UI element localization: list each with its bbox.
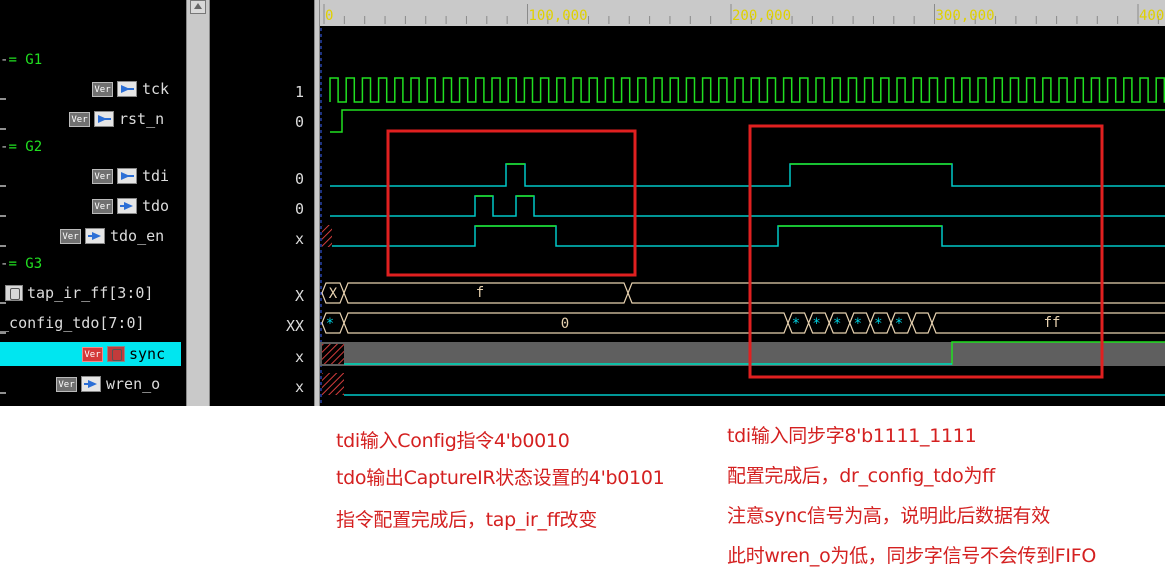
verilog-badge-icon: Ver — [69, 111, 90, 127]
row-tick — [0, 185, 6, 187]
value-tdo-en: x — [294, 230, 304, 248]
annotation-right-3: 注意sync信号为高，说明此后数据有效 — [727, 505, 1050, 527]
signal-row-wren-o[interactable]: Ver wren_o — [52, 372, 160, 396]
verilog-badge-icon: Ver — [92, 198, 113, 214]
ruler-tick-label: 100,000 — [529, 8, 588, 24]
verilog-badge-icon: Ver — [60, 228, 81, 244]
verilog-badge-icon: Ver — [56, 376, 77, 392]
wave-tdo — [330, 195, 1165, 217]
bus-tap-ir-next-segment — [627, 282, 1165, 304]
value-rst-n: 0 — [294, 113, 304, 131]
bus-config-glitch-label: * — [895, 316, 903, 332]
input-port-icon — [117, 81, 137, 97]
row-tick — [0, 128, 6, 130]
ruler-tick-label: 0 — [325, 8, 333, 24]
signal-row-tdo-en[interactable]: Ver tdo_en — [56, 224, 164, 248]
verilog-badge-icon: Ver — [82, 346, 103, 362]
output-port-icon — [85, 228, 105, 244]
signal-row-sync-selected[interactable]: Ver sync — [0, 342, 181, 366]
value-wren-o: x — [294, 378, 304, 396]
sync-row-highlight — [320, 342, 1165, 366]
wren-unknown-region — [322, 373, 344, 395]
bus-tap-ir-value-label: f — [476, 285, 484, 301]
group-header-g3[interactable]: -= G3 — [0, 254, 42, 274]
signal-name-pane: -= G1 -= G2 -= G3 Ver tck Ver rst_n Ver … — [0, 0, 186, 406]
annotation-left-3: 指令配置完成后，tap_ir_ff改变 — [336, 509, 597, 531]
bus-config-glitch-label: * — [812, 316, 820, 332]
bus-config-init-label: * — [326, 316, 334, 332]
value-tdi: 0 — [294, 170, 304, 188]
bus-tap-ir-init-label: X — [329, 286, 338, 302]
tdo-en-unknown-region — [322, 225, 332, 247]
annotation-right-4: 此时wren_o为低，同步字信号不会传到FIFO — [727, 545, 1097, 567]
annotation-left-1: tdi输入Config指令4'b0010 — [336, 430, 570, 452]
bus-config-glitch-label: * — [854, 316, 862, 332]
verilog-badge-icon: Ver — [92, 81, 113, 97]
bus-config-0-label: 0 — [561, 316, 569, 332]
signal-row-tdo[interactable]: Ver tdo — [88, 194, 169, 218]
signal-row-tdi[interactable]: Ver tdi — [88, 164, 169, 188]
signal-row-sync[interactable]: Ver sync — [78, 342, 165, 366]
annotation-right-1: tdi输入同步字8'b1111_1111 — [727, 425, 977, 447]
annotation-right-2: 配置完成后，dr_config_tdo为ff — [727, 465, 995, 487]
bus-config-glitch-label: * — [874, 316, 882, 332]
wave-tdi-low — [330, 163, 1165, 187]
ruler-tick-label: 200,000 — [732, 8, 791, 24]
output-port-icon — [81, 376, 101, 392]
row-tick — [0, 392, 6, 394]
value-tdo: 0 — [294, 200, 304, 218]
bus-config-trans-segment — [911, 312, 933, 334]
row-tick — [0, 98, 6, 100]
name-pane-scrollbar[interactable] — [186, 0, 210, 406]
waveform-canvas[interactable]: 0 100,000 200,000 300,000 400 X f * 0 * * * * * * ff — [320, 0, 1165, 406]
bus-config-glitch-label: * — [833, 316, 841, 332]
bus-tap-ir-f-segment — [343, 282, 629, 304]
output-port-icon — [117, 198, 137, 214]
signal-row-tap-ir-ff[interactable]: tap_ir_ff[3:0] — [5, 281, 153, 305]
register-icon — [107, 346, 125, 362]
bus-config-ff-label: ff — [1044, 315, 1061, 331]
value-tap-ir-ff: X — [294, 287, 304, 305]
sync-unknown-region — [322, 344, 344, 364]
waveform-viewer: -= G1 -= G2 -= G3 Ver tck Ver rst_n Ver … — [0, 0, 1165, 406]
signal-value-pane: 1 0 0 0 x X XX x x — [210, 0, 314, 406]
value-config-tdo: XX — [285, 317, 304, 335]
scroll-up-arrow-icon[interactable] — [190, 0, 206, 14]
ruler-tick-label: 300,000 — [936, 8, 995, 24]
signal-row-tck[interactable]: Ver tck — [88, 77, 169, 101]
wave-tck — [329, 77, 1165, 103]
verilog-badge-icon: Ver — [92, 168, 113, 184]
value-tck: 1 — [294, 83, 304, 101]
annotation-left-2: tdo输出CaptureIR状态设置的4'b0101 — [336, 467, 665, 489]
ruler-tick-label: 400 — [1139, 8, 1164, 24]
input-port-icon — [117, 168, 137, 184]
register-icon — [5, 285, 23, 301]
bus-config-glitch-label: * — [792, 316, 800, 332]
row-tick — [0, 245, 6, 247]
input-port-icon — [94, 111, 114, 127]
group-header-g2[interactable]: -= G2 — [0, 137, 42, 157]
signal-row-config-tdo[interactable]: r_config_tdo[7:0] — [0, 311, 145, 335]
highlight-box-instruction — [386, 129, 637, 277]
signal-row-rst-n[interactable]: Ver rst_n — [65, 107, 164, 131]
value-sync: x — [294, 348, 304, 366]
row-tick — [0, 215, 6, 217]
group-header-g1[interactable]: -= G1 — [0, 50, 42, 70]
wave-rst-n — [330, 109, 1165, 133]
annotation-area: tdi输入Config指令4'b0010 tdo输出CaptureIR状态设置的… — [0, 406, 1165, 570]
